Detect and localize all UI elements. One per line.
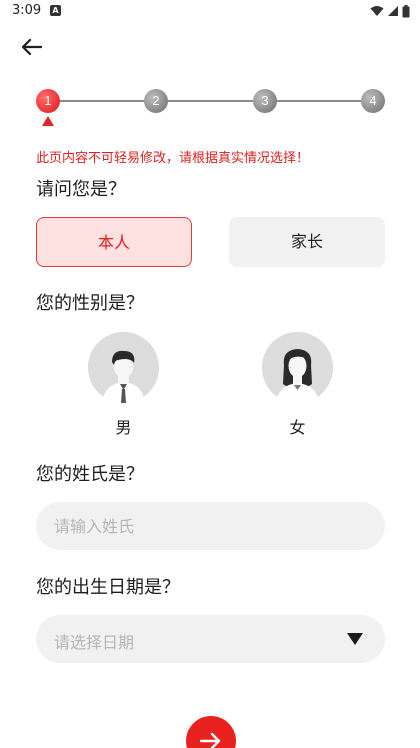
gender-question: 您的性别是？ — [36, 293, 144, 314]
stepper-line — [48, 100, 374, 102]
female-label: 女 — [289, 418, 306, 437]
identity-question: 请问您是？ — [36, 179, 126, 200]
surname-field[interactable] — [36, 502, 385, 550]
warning-text: 此页内容不可轻易修改，请根据真实情况选择！ — [36, 151, 310, 166]
current-step-indicator — [42, 116, 54, 126]
birthdate-picker[interactable]: 请选择日期 — [36, 615, 385, 663]
birthdate-question: 您的出生日期是？ — [36, 577, 180, 598]
step-4: 4 — [361, 89, 385, 113]
option-self-button[interactable]: 本人 — [36, 217, 192, 267]
notification-icon: A — [50, 5, 61, 16]
wifi-icon — [370, 6, 384, 16]
status-bar: 3:09 A — [0, 0, 420, 24]
step-1: 1 — [36, 89, 60, 113]
status-time: 3:09 — [12, 3, 42, 18]
signal-icon — [388, 6, 398, 16]
male-avatar-icon — [88, 332, 159, 403]
step-3: 3 — [253, 89, 277, 113]
surname-question: 您的姓氏是？ — [36, 464, 144, 485]
female-option[interactable] — [262, 332, 333, 403]
arrow-left-icon — [21, 38, 42, 56]
male-option[interactable] — [88, 332, 159, 403]
progress-stepper: 1 2 3 4 — [36, 88, 386, 128]
male-label: 男 — [115, 418, 132, 437]
option-parent-button[interactable]: 家长 — [229, 217, 385, 267]
surname-input[interactable] — [54, 502, 354, 550]
female-avatar-icon — [262, 332, 333, 403]
triangle-down-icon — [347, 633, 363, 645]
step-2: 2 — [144, 89, 168, 113]
next-button[interactable] — [186, 716, 236, 748]
arrow-right-icon — [200, 732, 221, 748]
back-button[interactable] — [14, 32, 48, 62]
birthdate-placeholder: 请选择日期 — [54, 633, 135, 652]
status-icons — [370, 4, 410, 18]
battery-icon — [402, 4, 410, 17]
